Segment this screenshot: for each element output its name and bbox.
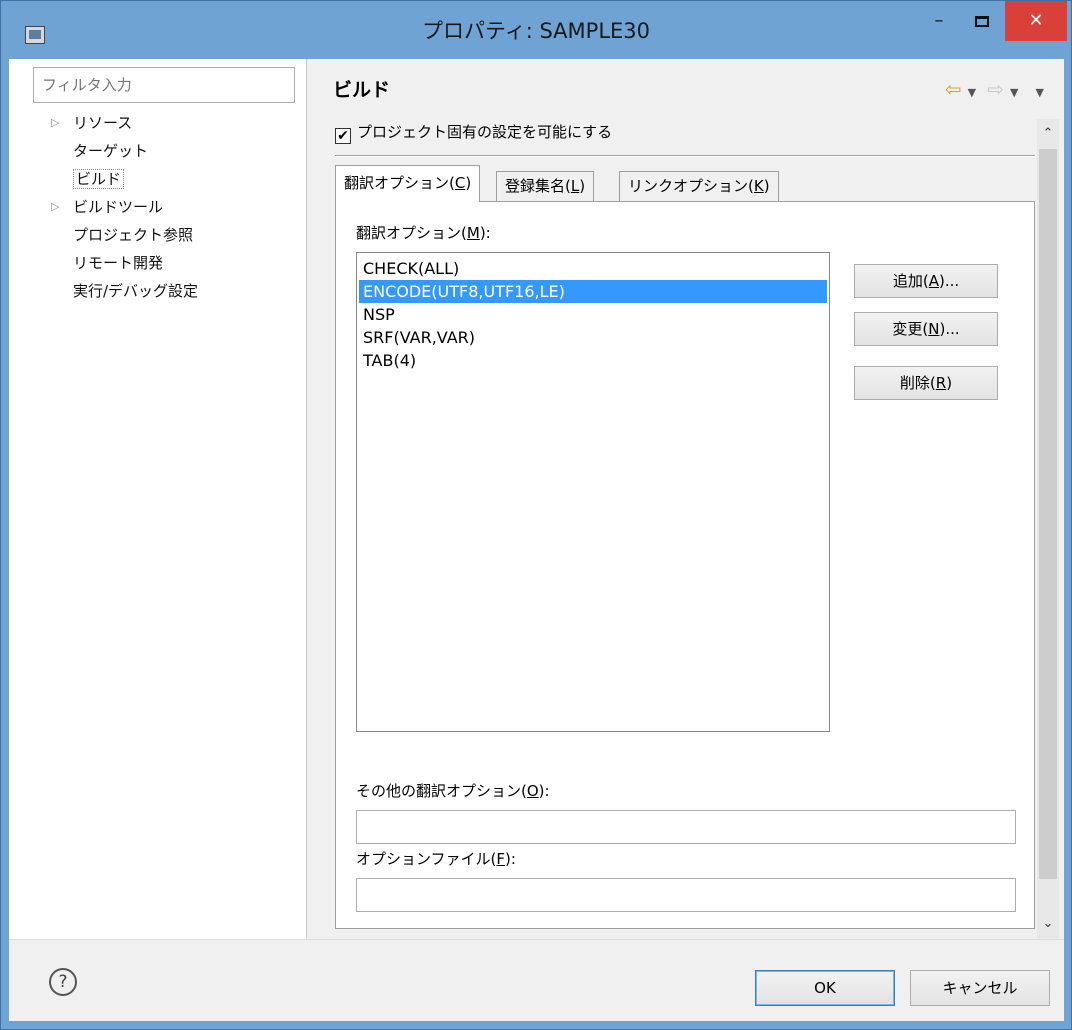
tree-item[interactable]: リモート開発 [49,249,299,277]
tab-mnemonic: L [570,177,580,195]
filter-input[interactable] [33,67,295,103]
tab-compile-options[interactable]: 翻訳オプション(C) [335,165,481,202]
window-title: プロパティ: SAMPLE30 [421,19,651,43]
delete-button[interactable]: 削除(R) [854,366,998,400]
page-panel: ビルド ⇦ ▼ ⇨ ▼ ▼ ✔ プロジェクト固有の設定を可能にする ⌃ ⌄ 翻訳オプシ… [309,59,1064,939]
back-dropdown-icon[interactable]: ▼ [968,86,976,99]
scroll-thumb[interactable] [1039,149,1057,879]
scroll-down-icon[interactable]: ⌄ [1037,913,1059,935]
tree-item-label: リモート開発 [73,254,164,272]
list-item[interactable]: SRF(VAR,VAR) [359,326,827,349]
tab-content: 翻訳オプション(M): CHECK(ALL) ENCODE(UTF8,UTF16,… [335,201,1035,929]
tree-item[interactable]: プロジェクト参照 [49,221,299,249]
list-item[interactable]: TAB(4) [359,349,827,372]
enable-project-settings[interactable]: ✔ プロジェクト固有の設定を可能にする [335,121,612,144]
tab-mnemonic: C [454,174,466,192]
minimize-button[interactable]: – [919,1,959,41]
tab-library-names[interactable]: 登録集名(L) [496,171,595,201]
dialog-client: ▷リソースターゲットビルド▷ビルドツールプロジェクト参照リモート開発実行/デバッ… [9,59,1064,1021]
ok-button[interactable]: OK [755,970,895,1006]
tree-item-label: ビルド [73,169,125,189]
tab-mnemonic: K [753,177,764,195]
expand-arrow-icon[interactable]: ▷ [51,109,59,137]
history-nav: ⇦ ▼ ⇨ ▼ ▼ [945,77,1050,101]
tree-item-label: ビルドツール [73,198,164,216]
tab-label-end: ) [579,177,586,195]
forward-dropdown-icon[interactable]: ▼ [1010,86,1018,99]
back-arrow-icon[interactable]: ⇦ [945,77,962,101]
scroll-up-icon[interactable]: ⌃ [1037,123,1059,145]
page-title: ビルド [333,79,391,101]
separator [335,155,1035,157]
forward-arrow-icon[interactable]: ⇨ [987,77,1004,101]
options-list[interactable]: CHECK(ALL) ENCODE(UTF8,UTF16,LE) NSP SRF(VA… [356,252,830,732]
tab-label-end: ) [763,177,770,195]
change-button[interactable]: 変更(N)... [854,312,998,346]
tab-label: リンクオプション( [628,177,754,195]
tree-item[interactable]: ▷ リソース [49,109,299,137]
other-options-label: その他の翻訳オプション(O): [356,782,550,800]
tree-item-label: ターゲット [73,142,149,160]
option-file-label: オプションファイル(F): [356,850,516,868]
tree-item[interactable]: ▷ ビルドツール [49,193,299,221]
list-item[interactable]: ENCODE(UTF8,UTF16,LE) [359,280,827,303]
other-options-field[interactable] [356,810,1016,844]
cancel-button[interactable]: キャンセル [910,970,1050,1006]
maximize-button[interactable] [961,1,1003,41]
help-icon[interactable]: ? [49,968,77,996]
category-panel: ▷ リソースターゲットビルド ▷ ビルドツールプロジェクト参照リモート開発実行/デバッ… [9,59,307,939]
button-bar: ? OK キャンセル [9,939,1064,1021]
title-bar[interactable]: プロパティ: SAMPLE30 – ✕ [1,1,1071,59]
list-item[interactable]: NSP [359,303,827,326]
properties-window: プロパティ: SAMPLE30 – ✕ ▷リソースターゲットビルド▷ビルドツール… [0,0,1072,1030]
category-tree: ▷ リソースターゲットビルド ▷ ビルドツールプロジェクト参照 リモート開発実行/デバッ… [49,109,299,305]
option-file-field[interactable] [356,878,1016,912]
list-item[interactable]: CHECK(ALL) [359,257,827,280]
add-button[interactable]: 追加(A)... [854,264,998,298]
vertical-scrollbar[interactable]: ⌃ ⌄ [1037,119,1059,939]
expand-arrow-icon[interactable]: ▷ [51,193,59,221]
tree-item[interactable]: 実行/デバッグ設定 [49,277,299,305]
enable-label: プロジェクト固有の設定を可能にする [357,123,613,141]
tab-label: 翻訳オプション( [344,174,455,192]
maximize-icon [975,15,989,27]
tree-item[interactable]: ターゲット [49,137,299,165]
tree-item-label: 実行/デバッグ設定 [73,282,199,300]
tree-item-label: プロジェクト参照 [73,226,194,244]
tree-item-label: リソース [73,114,133,132]
view-menu-icon[interactable]: ▼ [1036,86,1044,99]
tab-label-end: ) [465,174,472,192]
tree-item[interactable]: ビルド [49,165,299,193]
tab-link-options[interactable]: リンクオプション(K) [619,171,779,201]
options-label: 翻訳オプション(M): [356,224,491,242]
close-button[interactable]: ✕ [1005,1,1067,41]
tab-label: 登録集名( [505,177,571,195]
enable-checkbox[interactable]: ✔ [335,128,351,144]
